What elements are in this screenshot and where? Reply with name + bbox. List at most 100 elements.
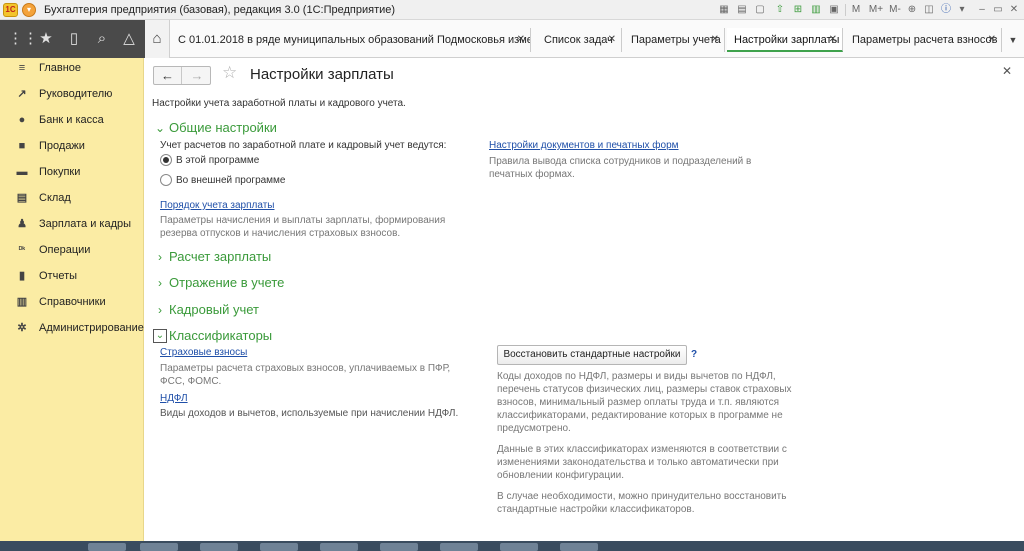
classifiers-info-3: В случае необходимости, можно принудител… — [497, 490, 786, 516]
forward-arrow-icon[interactable]: → — [183, 67, 211, 84]
ndfl-note: Виды доходов и вычетов, используемые при… — [160, 408, 459, 419]
maximize-icon[interactable]: ▭ — [991, 3, 1005, 17]
quick-panel: ⋮⋮ ★ ▯ ⌕ △ — [0, 20, 145, 58]
table-icon[interactable]: ⊞ — [791, 3, 805, 17]
close-icon[interactable]: ✕ — [829, 28, 837, 50]
note-line: печатных формах. — [489, 169, 575, 180]
ndfl-link[interactable]: НДФЛ — [160, 393, 188, 404]
title-bar: 1С ▾ Бухгалтерия предприятия (базовая), … — [0, 0, 1024, 20]
form-close-icon[interactable]: ✕ — [1002, 64, 1012, 78]
tab-salary-settings[interactable]: Настройки зарплаты ✕ — [727, 28, 843, 52]
help-icon[interactable]: ? — [691, 349, 697, 360]
zoom-icon[interactable]: ⊕ — [905, 3, 919, 17]
panel-icon[interactable]: ◫ — [922, 3, 936, 17]
calc-icon[interactable]: ▣ — [827, 3, 841, 17]
sidebar-item-label: Руководителю — [39, 88, 113, 100]
window-title: Бухгалтерия предприятия (базовая), редак… — [44, 4, 396, 16]
taskbar-app[interactable] — [380, 543, 418, 551]
sidebar-item-purchases[interactable]: ▬ Покупки — [0, 162, 144, 184]
memory-button[interactable]: M — [849, 3, 863, 17]
tab-label: Список задач — [544, 34, 613, 46]
sidebar-item-manager[interactable]: ↗ Руководителю — [0, 84, 144, 106]
memory-minus-button[interactable]: M- — [887, 3, 903, 17]
print-icon[interactable]: ▤ — [735, 3, 749, 17]
sidebar-item-sales[interactable]: ■ Продажи — [0, 136, 144, 158]
gear-icon: ✲ — [17, 322, 27, 334]
bell-icon[interactable]: △ — [119, 29, 139, 49]
group-title: Классификаторы — [169, 328, 273, 343]
close-icon[interactable]: ✕ — [1007, 3, 1021, 17]
sidebar-item-reports[interactable]: ▮ Отчеты — [0, 266, 144, 288]
preview-icon[interactable]: ▢ — [753, 3, 767, 17]
minimize-icon[interactable]: – — [975, 3, 989, 17]
insurance-link[interactable]: Страховые взносы — [160, 347, 247, 358]
apps-grid-icon[interactable]: ⋮⋮ — [8, 29, 38, 49]
search-icon[interactable]: ⌕ — [92, 29, 112, 49]
taskbar-app[interactable] — [140, 543, 178, 551]
1c-logo-icon: 1С — [3, 3, 18, 17]
docs-settings-link[interactable]: Настройки документов и печатных форм — [489, 140, 679, 151]
tab-tasks[interactable]: Список задач ✕ — [537, 28, 622, 52]
favorites-icon[interactable]: ★ — [36, 29, 56, 49]
taskbar-app[interactable] — [260, 543, 298, 551]
tab-news[interactable]: С 01.01.2018 в ряде муниципальных образо… — [171, 28, 531, 52]
save-icon[interactable]: ▦ — [717, 3, 731, 17]
history-nav: ← → — [153, 66, 211, 85]
sidebar-item-operations[interactable]: ᴰᵏ Операции — [0, 240, 144, 262]
close-icon[interactable]: ✕ — [517, 28, 525, 52]
group-title: Отражение в учете — [169, 275, 285, 290]
taskbar-app[interactable] — [500, 543, 538, 551]
note-line: Коды доходов по НДФЛ, размеры и виды выч… — [497, 371, 776, 382]
calendar-icon[interactable]: ▥ — [809, 3, 823, 17]
question-label: Учет расчетов по заработной плате и кадр… — [160, 140, 447, 151]
back-arrow-icon[interactable]: ← — [154, 67, 182, 84]
sidebar-item-admin[interactable]: ✲ Администрирование — [0, 318, 144, 340]
note-line: взносов, минимальный размер оплаты труда… — [497, 397, 779, 408]
tab-accounting-params[interactable]: Параметры учета ✕ — [624, 28, 725, 52]
toolbar-divider — [845, 4, 846, 16]
classifiers-info-2: Данные в этих классификаторах изменяются… — [497, 443, 787, 482]
tab-contribution-params[interactable]: Параметры расчета взносов ✕ — [845, 28, 1002, 52]
sidebar-item-bank[interactable]: ● Банк и касса — [0, 110, 144, 132]
close-icon[interactable]: ✕ — [988, 28, 996, 52]
favorite-star-icon[interactable]: ☆ — [222, 63, 237, 83]
sidebar-item-label: Банк и касса — [39, 114, 104, 126]
sidebar-item-main[interactable]: ≡ Главное — [0, 58, 144, 80]
taskbar-app[interactable] — [440, 543, 478, 551]
group-title: Общие настройки — [169, 120, 277, 135]
tab-label: Настройки зарплаты — [734, 34, 840, 46]
sidebar-item-label: Администрирование — [39, 322, 144, 334]
salary-order-link[interactable]: Порядок учета зарплаты — [160, 200, 274, 211]
tabs-dropdown-icon[interactable]: ▼ — [1004, 28, 1022, 52]
sidebar-item-label: Отчеты — [39, 270, 78, 282]
memory-plus-button[interactable]: M+ — [867, 3, 885, 17]
sidebar-item-warehouse[interactable]: ▤ Склад — [0, 188, 144, 210]
chevron-down-icon: ⌄ — [154, 121, 166, 135]
radio-external-program[interactable] — [160, 174, 172, 186]
radio-this-program[interactable] — [160, 154, 172, 166]
dropdown-icon[interactable]: ▾ — [955, 3, 969, 17]
main-form: ← → ☆ Настройки зарплаты ✕ Настройки уче… — [145, 58, 1024, 541]
restore-defaults-button[interactable]: Восстановить стандартные настройки — [497, 345, 687, 365]
group-title: Расчет зарплаты — [169, 249, 272, 264]
warehouse-icon: ▤ — [16, 192, 28, 204]
taskbar-app[interactable] — [560, 543, 598, 551]
close-icon[interactable]: ✕ — [711, 28, 719, 52]
classifiers-info-1: Коды доходов по НДФЛ, размеры и виды выч… — [497, 370, 792, 435]
taskbar-app[interactable] — [200, 543, 238, 551]
doc-icon[interactable]: ⇧ — [773, 3, 787, 17]
salary-order-note: Параметры начисления и выплаты зарплаты,… — [160, 214, 445, 240]
history-icon[interactable]: ▯ — [64, 29, 84, 49]
cart-icon: ▬ — [16, 166, 28, 178]
sidebar-item-references[interactable]: ▥ Справочники — [0, 292, 144, 314]
sidebar-item-salary[interactable]: ♟ Зарплата и кадры — [0, 214, 144, 236]
main-menu-icon[interactable]: ▾ — [22, 3, 36, 17]
menu-lines-icon: ≡ — [18, 62, 26, 74]
home-icon[interactable]: ⌂ — [145, 20, 170, 58]
info-icon[interactable]: ⓘ — [939, 3, 953, 17]
taskbar-app[interactable] — [88, 543, 126, 551]
people-icon: ♟ — [17, 218, 27, 230]
close-icon[interactable]: ✕ — [608, 28, 616, 52]
taskbar-app[interactable] — [320, 543, 358, 551]
note-line: изменениями законодательства и только ав… — [497, 457, 779, 468]
